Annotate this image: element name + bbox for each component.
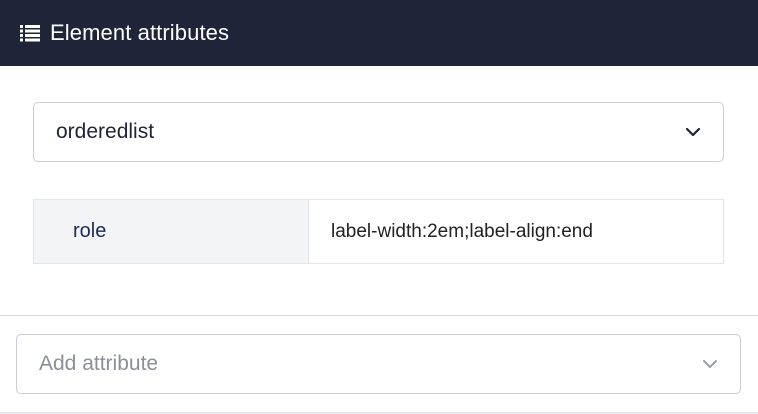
- panel-header: Element attributes: [0, 0, 758, 66]
- attribute-key[interactable]: role: [34, 200, 309, 263]
- element-type-select[interactable]: orderedlist: [33, 102, 724, 162]
- attribute-row: role label-width:2em;label-align:end: [33, 199, 724, 264]
- add-attribute-placeholder: Add attribute: [39, 352, 159, 375]
- panel-footer: Add attribute: [0, 316, 758, 414]
- element-attributes-panel: Element attributes orderedlist role labe…: [0, 0, 758, 414]
- chevron-down-icon: [685, 127, 701, 137]
- list-icon: [20, 24, 40, 42]
- attribute-value[interactable]: label-width:2em;label-align:end: [309, 200, 723, 263]
- add-attribute-select[interactable]: Add attribute: [16, 334, 741, 394]
- element-type-value: orderedlist: [56, 120, 155, 143]
- chevron-down-icon: [703, 360, 717, 368]
- panel-title: Element attributes: [50, 20, 230, 45]
- panel-body: orderedlist role label-width:2em;label-a…: [0, 66, 758, 316]
